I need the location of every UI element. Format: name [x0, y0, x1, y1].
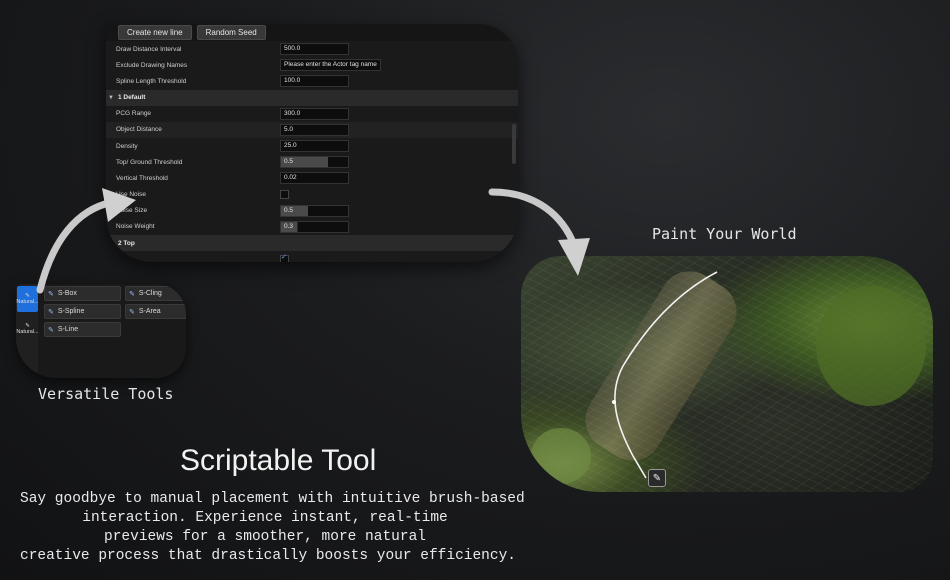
versatile-tools-caption: Versatile Tools	[38, 385, 174, 403]
paint-your-world-caption: Paint Your World	[652, 225, 797, 243]
page-title: Scriptable Tool	[180, 444, 377, 477]
curved-arrow-left	[36, 200, 109, 294]
description-line: creative process that drastically boosts…	[20, 548, 516, 564]
arrow-head-right	[558, 238, 590, 276]
arrow-head-left	[102, 188, 136, 222]
description-line: interaction. Experience instant, real-ti…	[82, 510, 448, 526]
description: Say goodbye to manual placement with int…	[20, 490, 525, 566]
description-line: previews for a smoother, more natural	[104, 529, 426, 545]
description-line: Say goodbye to manual placement with int…	[20, 491, 525, 507]
curved-arrow-right	[488, 188, 576, 244]
